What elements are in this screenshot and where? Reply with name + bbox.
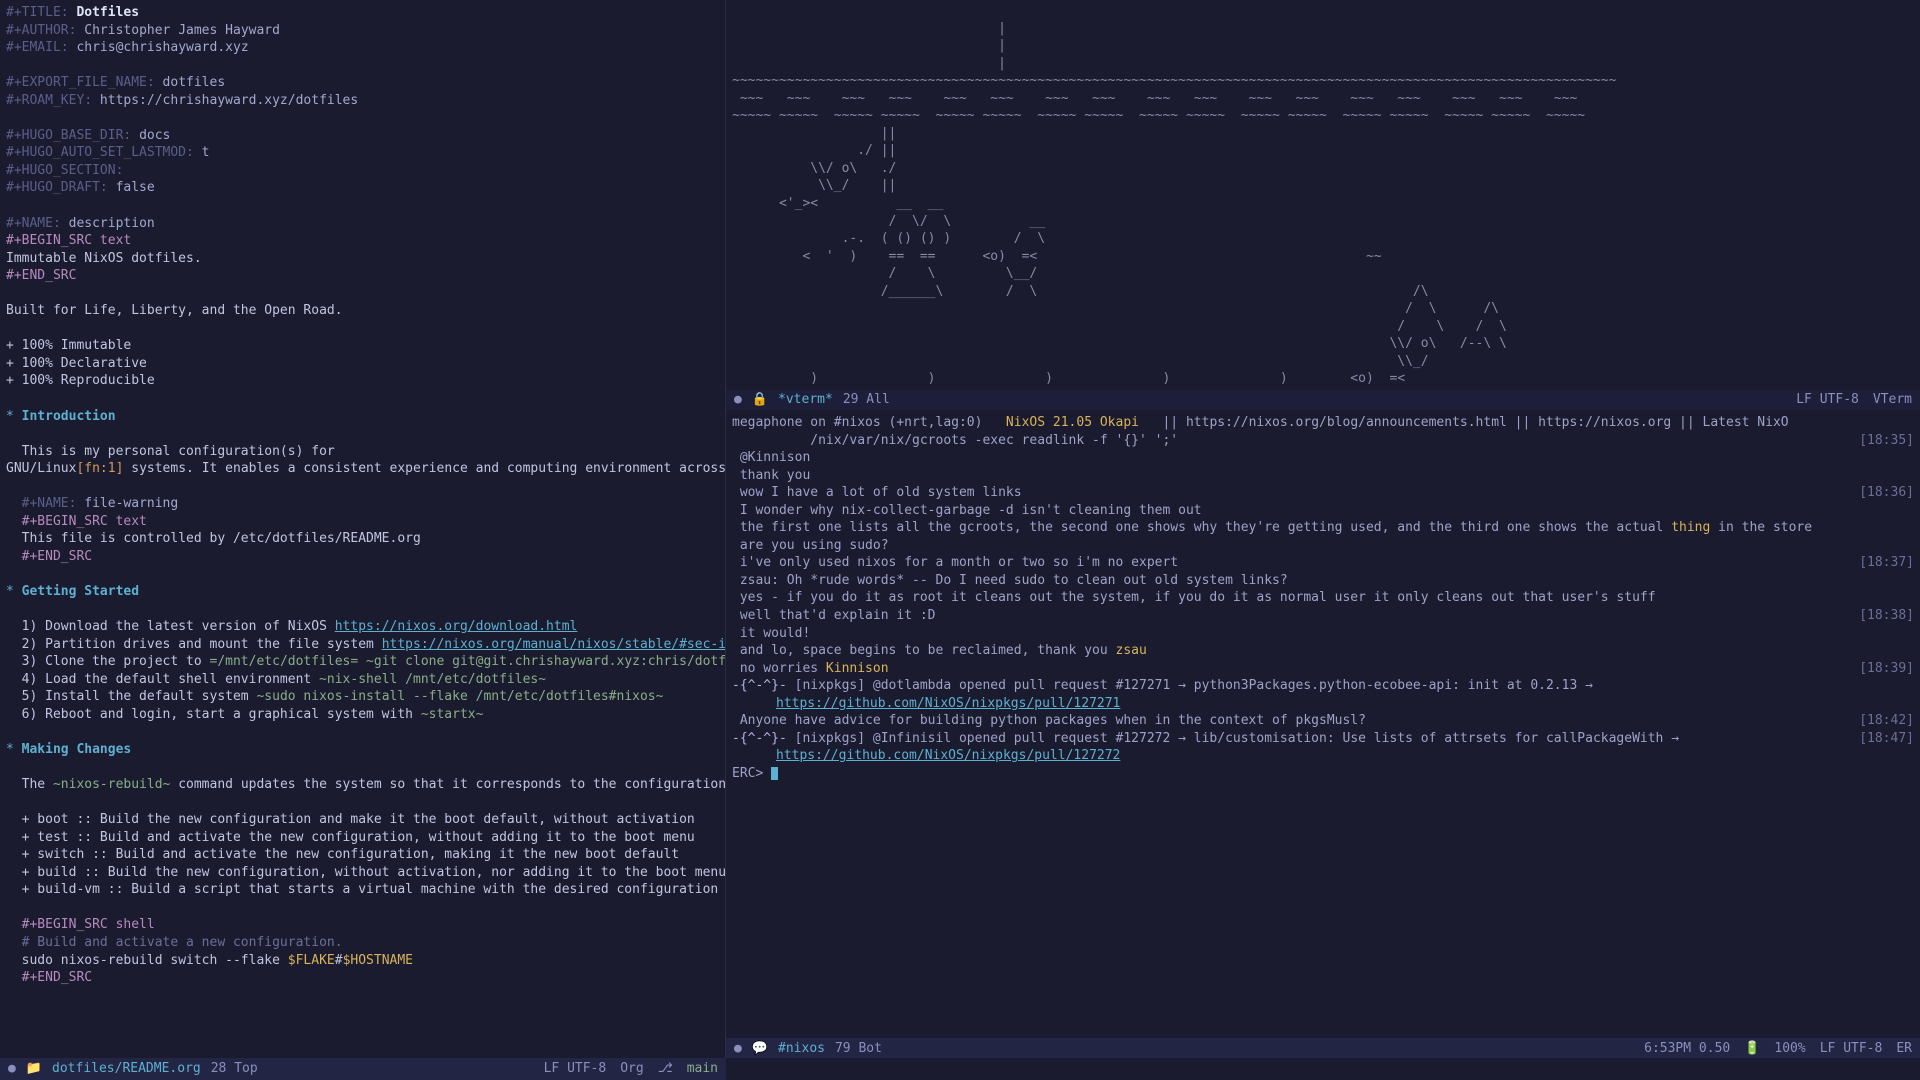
buffer-name: *vterm* bbox=[778, 391, 833, 409]
org-content: #+TITLE: Dotfiles #+AUTHOR: Christopher … bbox=[6, 4, 719, 987]
modified-icon: ● bbox=[8, 1060, 16, 1078]
chat-message: it would! bbox=[732, 625, 1914, 643]
irc-topic-2: /nix/var/nix/gcroots -exec readlink -f '… bbox=[732, 432, 1914, 450]
chat-message: thank you bbox=[732, 467, 1914, 485]
encoding: LF UTF-8 bbox=[1796, 391, 1859, 409]
folder-icon: 📁 bbox=[26, 1060, 42, 1078]
modified-icon: ● bbox=[734, 391, 742, 409]
irc-modeline: ● 💬 #nixos 79 Bot 6:53PM 0.50 🔋 100% LF U… bbox=[726, 1038, 1920, 1058]
readonly-icon: 🔒 bbox=[752, 391, 768, 409]
buffer-name: dotfiles/README.org bbox=[52, 1060, 201, 1078]
battery-pct: 100% bbox=[1774, 1040, 1805, 1058]
nixos-partition-link[interactable]: https://nixos.org/manual/nixos/stable/#s… bbox=[382, 637, 726, 652]
chat-message: yes - if you do it as root it cleans out… bbox=[732, 589, 1914, 607]
chat-message: @Kinnison bbox=[732, 449, 1914, 467]
ascii-art: | | | ~~~~~~~~~~~~~~~~~~~~~~~~~~~~~~~~~~… bbox=[732, 20, 1914, 390]
chat-message: Anyone have advice for building python p… bbox=[732, 712, 1914, 730]
chat-message: wow I have a lot of old system links[18:… bbox=[732, 484, 1914, 502]
chat-message: -{^-^}- [nixpkgs] @Infinisil opened pull… bbox=[732, 730, 1914, 765]
clock: 6:53PM 0.50 bbox=[1644, 1040, 1730, 1058]
chat-message: zsau: Oh *rude words* -- Do I need sudo … bbox=[732, 572, 1914, 590]
vterm-pane[interactable]: | | | ~~~~~~~~~~~~~~~~~~~~~~~~~~~~~~~~~~… bbox=[726, 0, 1920, 390]
chat-message: I wonder why nix-collect-garbage -d isn'… bbox=[732, 502, 1914, 520]
git-branch-icon: ⎇ bbox=[658, 1060, 673, 1078]
nixos-download-link[interactable]: https://nixos.org/download.html bbox=[335, 619, 578, 634]
git-branch: main bbox=[687, 1060, 718, 1078]
encoding: LF UTF-8 bbox=[544, 1060, 607, 1078]
erc-input-line[interactable]: ERC> bbox=[732, 765, 1914, 783]
major-mode: VTerm bbox=[1873, 391, 1912, 409]
battery-icon: 🔋 bbox=[1744, 1040, 1760, 1058]
chat-message: well that'd explain it :D[18:38] bbox=[732, 607, 1914, 625]
vterm-modeline: ● 🔒 *vterm* 29 All LF UTF-8 VTerm bbox=[726, 390, 1920, 410]
chat-message: i've only used nixos for a month or two … bbox=[732, 554, 1914, 572]
chat-message: the first one lists all the gcroots, the… bbox=[732, 519, 1914, 537]
buffer-name: #nixos bbox=[778, 1040, 825, 1058]
modified-icon: ● bbox=[734, 1040, 742, 1058]
buffer-position: 79 Bot bbox=[835, 1040, 882, 1058]
irc-topic: megaphone on #nixos (+nrt,lag:0) NixOS 2… bbox=[732, 414, 1914, 432]
buffer-position: 28 Top bbox=[211, 1060, 258, 1078]
chat-message: no worries Kinnison[18:39] bbox=[732, 660, 1914, 678]
chat-message: are you using sudo? bbox=[732, 537, 1914, 555]
chat-message: and lo, space begins to be reclaimed, th… bbox=[732, 642, 1914, 660]
major-mode: Org bbox=[620, 1060, 643, 1078]
irc-pane[interactable]: megaphone on #nixos (+nrt,lag:0) NixOS 2… bbox=[726, 410, 1920, 1038]
cursor bbox=[771, 767, 778, 780]
major-mode: ER bbox=[1896, 1040, 1912, 1058]
buffer-position: 29 All bbox=[843, 391, 890, 409]
chat-message: -{^-^}- [nixpkgs] @dotlambda opened pull… bbox=[732, 677, 1914, 712]
encoding: LF UTF-8 bbox=[1820, 1040, 1883, 1058]
chat-icon: 💬 bbox=[752, 1040, 768, 1058]
org-editor-pane[interactable]: #+TITLE: Dotfiles #+AUTHOR: Christopher … bbox=[0, 0, 726, 1058]
org-modeline: ● 📁 dotfiles/README.org 28 Top LF UTF-8 … bbox=[0, 1058, 726, 1080]
pr-link[interactable]: https://github.com/NixOS/nixpkgs/pull/12… bbox=[776, 748, 1120, 763]
pr-link[interactable]: https://github.com/NixOS/nixpkgs/pull/12… bbox=[776, 696, 1120, 711]
